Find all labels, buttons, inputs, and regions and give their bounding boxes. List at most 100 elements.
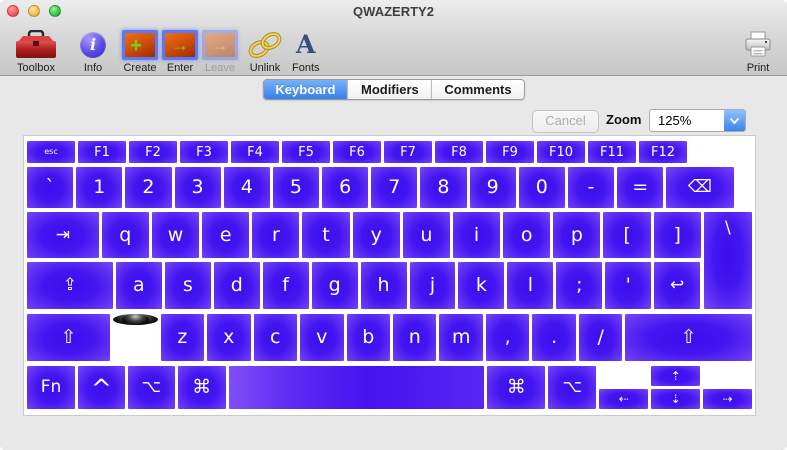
key-f4[interactable]: F4 [231,141,279,163]
key-comma[interactable]: , [486,314,529,361]
toolbar-item-info[interactable]: i Info [80,26,106,74]
key-f1[interactable]: F1 [78,141,126,163]
key-8[interactable]: 8 [420,167,466,208]
toolbar-item-fonts[interactable]: A Fonts [292,26,320,74]
key-f7[interactable]: F7 [384,141,432,163]
titlebar[interactable]: QWAZERTY2 [0,0,787,22]
key-k[interactable]: k [458,262,504,309]
key-arrow-left[interactable]: ⇠ [599,389,648,409]
key-l[interactable]: l [507,262,553,309]
key-f12[interactable]: F12 [639,141,687,163]
key-arrow-down[interactable]: ⇣ [651,389,700,409]
key-f9[interactable]: F9 [486,141,534,163]
key-black-oval[interactable] [113,314,157,325]
key-z[interactable]: z [161,314,204,361]
key-period[interactable]: . [532,314,575,361]
key-f6[interactable]: F6 [333,141,381,163]
key-command-left[interactable]: ⌘ [178,366,226,409]
key-f8[interactable]: F8 [435,141,483,163]
key-control[interactable]: ^ [78,366,125,409]
key-5[interactable]: 5 [273,167,319,208]
chevron-down-icon[interactable] [724,110,745,131]
key-b[interactable]: b [347,314,390,361]
black-oval-glyph [122,314,149,325]
key-esc[interactable]: esc [27,141,75,163]
key-x[interactable]: x [207,314,250,361]
key-p[interactable]: p [553,212,600,258]
key-bracket-left[interactable]: [ [603,212,650,258]
print-icon [743,28,773,61]
key-i[interactable]: i [453,212,500,258]
key-caps-lock[interactable]: ⇪ [27,262,113,309]
toolbar-item-leave[interactable]: → Leave [202,26,238,74]
key-command-right[interactable]: ⌘ [487,366,545,409]
key-c[interactable]: c [254,314,297,361]
key-slash[interactable]: / [579,314,622,361]
key-option-left[interactable]: ⌥ [128,366,175,409]
key-4[interactable]: 4 [224,167,270,208]
key-e[interactable]: e [202,212,249,258]
key-g[interactable]: g [312,262,358,309]
key-j[interactable]: j [410,262,456,309]
minimize-button[interactable] [28,5,40,17]
toolbar-item-label: Toolbox [17,62,55,74]
key-y[interactable]: y [353,212,400,258]
zoom-window-button[interactable] [49,5,61,17]
key-f2[interactable]: F2 [129,141,177,163]
key-semicolon[interactable]: ; [556,262,602,309]
key-return[interactable]: ↩ [654,262,700,309]
key-f10[interactable]: F10 [537,141,585,163]
key-space[interactable] [229,366,485,409]
key-delete[interactable]: ⌫ [666,167,733,208]
toolbar-item-unlink[interactable]: Unlink [246,26,284,74]
key-r[interactable]: r [252,212,299,258]
key-quote[interactable]: ' [605,262,651,309]
key-t[interactable]: t [302,212,349,258]
zoom-dropdown[interactable]: 125% [649,109,746,132]
key-3[interactable]: 3 [175,167,221,208]
key-f11[interactable]: F11 [588,141,636,163]
close-button[interactable] [7,5,19,17]
key-0[interactable]: 0 [519,167,565,208]
tab-comments[interactable]: Comments [432,80,523,99]
key-2[interactable]: 2 [125,167,171,208]
tab-keyboard[interactable]: Keyboard [263,80,348,99]
toolbar-item-create[interactable]: + Create [122,26,158,74]
cancel-button[interactable]: Cancel [532,110,599,133]
key-s[interactable]: s [165,262,211,309]
key-backquote[interactable]: ` [27,167,73,208]
key-v[interactable]: v [300,314,343,361]
key-f[interactable]: f [263,262,309,309]
key-m[interactable]: m [439,314,482,361]
toolbar-item-label: Enter [167,62,193,74]
toolbar-item-enter[interactable]: → Enter [162,26,198,74]
key-n[interactable]: n [393,314,436,361]
toolbar-item-print[interactable]: Print [743,26,773,74]
key-arrow-right[interactable]: ⇢ [703,389,752,409]
key-7[interactable]: 7 [371,167,417,208]
tab-modifiers[interactable]: Modifiers [348,80,432,99]
key-w[interactable]: w [152,212,199,258]
key-f5[interactable]: F5 [282,141,330,163]
key-6[interactable]: 6 [322,167,368,208]
key-o[interactable]: o [503,212,550,258]
key-a[interactable]: a [116,262,162,309]
key-option-right[interactable]: ⌥ [548,366,596,409]
key-tab[interactable]: ⇥ [27,212,99,258]
key-minus[interactable]: - [568,167,614,208]
key-d[interactable]: d [214,262,260,309]
key-bracket-right[interactable]: ] [654,212,701,258]
key-arrow-up[interactable]: ⇡ [651,366,700,386]
key-shift-left[interactable]: ⇧ [27,314,110,361]
toolbar-item-toolbox[interactable]: Toolbox [12,26,60,74]
key-f3[interactable]: F3 [180,141,228,163]
key-backslash[interactable]: \ [704,212,752,258]
key-fn[interactable]: Fn [27,366,75,409]
key-9[interactable]: 9 [470,167,516,208]
key-u[interactable]: u [403,212,450,258]
key-q[interactable]: q [102,212,149,258]
key-h[interactable]: h [361,262,407,309]
key-shift-right[interactable]: ⇧ [625,314,752,361]
key-equals[interactable]: = [617,167,663,208]
key-1[interactable]: 1 [76,167,122,208]
